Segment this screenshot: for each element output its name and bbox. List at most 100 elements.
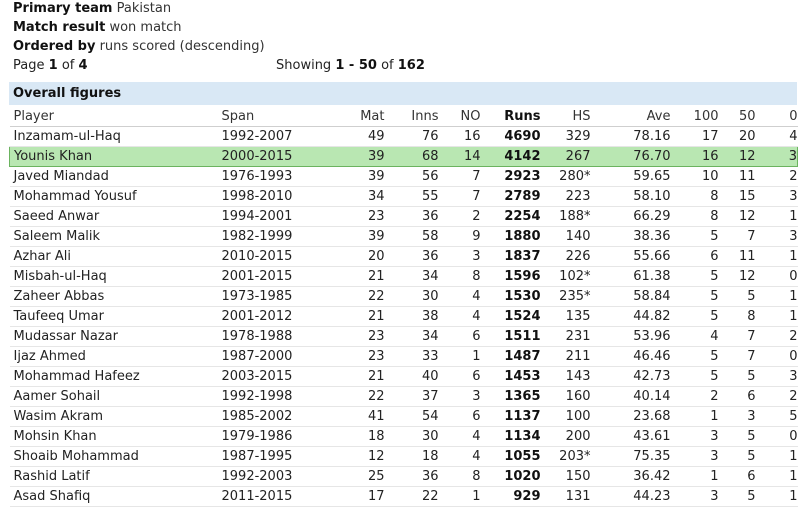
cell-inns: 37 [384,386,439,407]
cell-player[interactable]: Aamer Sohail [9,386,222,407]
table-row: Mudassar Nazar 1978-1988 23 34 6 1511 231 53.96… [9,326,798,347]
cell-no: 7 [438,166,481,187]
cell-hs: 102* [540,266,591,287]
filter-match-result: Match result won match [13,20,182,35]
showing-of-label: of [381,58,394,73]
cell-hundreds: 5 [670,226,719,247]
cell-player[interactable]: Saleem Malik [9,226,222,247]
cell-hs: 267 [540,146,591,167]
cell-mat: 39 [321,146,385,167]
col-header-ave[interactable]: Ave [590,106,671,127]
table-row: Misbah-ul-Haq 2001-2015 21 34 8 1596 102* 61.38… [9,266,798,287]
cell-hundreds: 5 [670,346,719,367]
cell-player[interactable]: Mohammad Yousuf [9,186,222,207]
cell-player[interactable]: Mudassar Nazar [9,326,222,347]
cell-ducks: 3 [755,226,798,247]
cell-runs: 1137 [480,406,541,427]
cell-fifties: 12 [718,146,756,167]
cell-inns: 36 [384,246,439,267]
cell-span: 1982-1999 [221,226,322,247]
cell-no: 6 [438,406,481,427]
cell-mat: 34 [321,186,385,207]
showing-range: 1 - 50 [335,58,377,73]
cell-player[interactable]: Ijaz Ahmed [9,346,222,367]
cell-player[interactable]: Javed Miandad [9,166,222,187]
cell-no: 4 [438,426,481,447]
table-row: Mohsin Khan 1979-1986 18 30 4 1134 200 43.61 3 5 0 [9,426,798,447]
cell-mat: 39 [321,226,385,247]
col-header-span[interactable]: Span [221,106,322,127]
cell-runs: 1055 [480,446,541,467]
cell-player[interactable]: Shoaib Mohammad [9,446,222,467]
cell-hundreds: 5 [670,266,719,287]
cell-span: 1979-1986 [221,426,322,447]
cell-no: 6 [438,366,481,387]
cell-hs: 200 [540,426,591,447]
cell-player[interactable]: Zaheer Abbas [9,286,222,307]
cell-runs: 1134 [480,426,541,447]
col-header-no[interactable]: NO [438,106,481,127]
cell-runs: 1837 [480,246,541,267]
cell-hs: 160 [540,386,591,407]
cell-player[interactable]: Mohammad Hafeez [9,366,222,387]
col-header-hs[interactable]: HS [540,106,591,127]
col-header-player[interactable]: Player [9,106,222,127]
cell-span: 1992-2003 [221,466,322,487]
cell-hundreds: 10 [670,166,719,187]
cell-player[interactable]: Inzamam-ul-Haq [9,126,222,147]
cell-hundreds: 8 [670,206,719,227]
cell-player[interactable]: Younis Khan [9,146,222,167]
cell-fifties: 7 [718,326,756,347]
cell-player[interactable]: Misbah-ul-Haq [9,266,222,287]
cell-player[interactable]: Rashid Latif [9,466,222,487]
filter-primary-team: Primary team Pakistan [13,1,171,16]
cell-hs: 100 [540,406,591,427]
cell-hs: 140 [540,226,591,247]
cell-span: 2000-2015 [221,146,322,167]
cell-fifties: 11 [718,246,756,267]
cell-player[interactable]: Taufeeq Umar [9,306,222,327]
col-header-50[interactable]: 50 [718,106,756,127]
cell-player[interactable]: Azhar Ali [9,246,222,267]
table-row: Mohammad Yousuf 1998-2010 34 55 7 2789 223 58.1… [9,186,798,207]
col-header-100[interactable]: 100 [670,106,719,127]
cell-runs: 1511 [480,326,541,347]
cell-mat: 17 [321,486,385,507]
cell-no: 4 [438,286,481,307]
cell-runs: 929 [480,486,541,507]
cell-runs: 4142 [480,146,541,167]
cell-ave: 44.82 [590,306,671,327]
cell-runs: 1020 [480,466,541,487]
cell-hs: 223 [540,186,591,207]
cell-ave: 38.36 [590,226,671,247]
cell-player[interactable]: Wasim Akram [9,406,222,427]
cell-player[interactable]: Asad Shafiq [9,486,222,507]
cell-player[interactable]: Saeed Anwar [9,206,222,227]
cell-fifties: 20 [718,126,756,147]
cell-runs: 1596 [480,266,541,287]
col-header-runs[interactable]: Runs [480,106,541,127]
cell-ducks: 1 [755,466,798,487]
col-header-inns[interactable]: Inns [384,106,439,127]
col-header-0[interactable]: 0 [755,106,798,127]
cell-player[interactable]: Mohsin Khan [9,426,222,447]
col-header-mat[interactable]: Mat [321,106,385,127]
panel-title: Overall figures [13,86,122,101]
cell-runs: 2254 [480,206,541,227]
cell-ave: 66.29 [590,206,671,227]
cell-inns: 33 [384,346,439,367]
cell-ducks: 3 [755,186,798,207]
page-of-label: of [61,58,75,73]
table-row: Ijaz Ahmed 1987-2000 23 33 1 1487 211 46.46 5 7 0 [9,346,798,367]
cell-mat: 12 [321,446,385,467]
cell-runs: 4690 [480,126,541,147]
table-row: Shoaib Mohammad 1987-1995 12 18 4 1055 203* 75.… [9,446,798,467]
cell-ave: 59.65 [590,166,671,187]
cell-fifties: 6 [718,466,756,487]
cell-hundreds: 1 [670,406,719,427]
cell-span: 2011-2015 [221,486,322,507]
cell-mat: 22 [321,286,385,307]
cell-hs: 280* [540,166,591,187]
cell-fifties: 7 [718,226,756,247]
cell-mat: 23 [321,326,385,347]
